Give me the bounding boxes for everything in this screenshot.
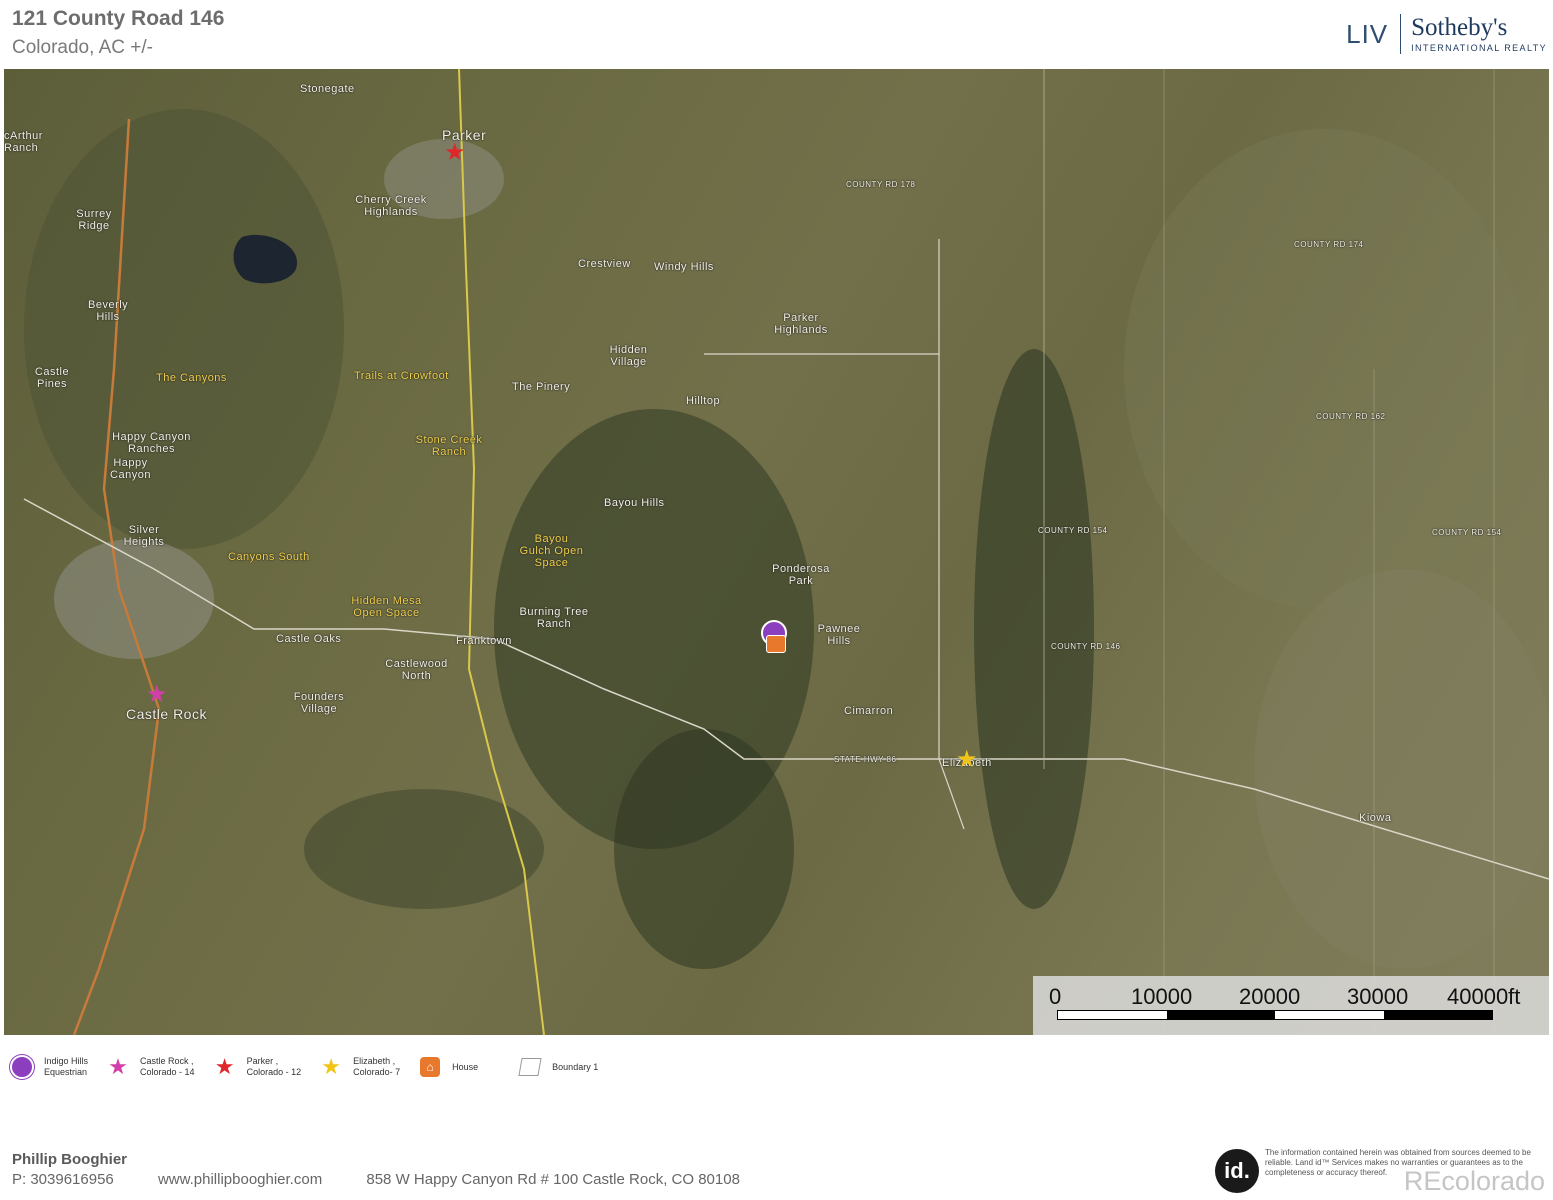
place-pawnee-hills: Pawnee Hills	[817, 623, 861, 647]
elizabeth-star-marker[interactable]: ★	[956, 748, 978, 772]
castle-rock-star-marker[interactable]: ★	[146, 683, 168, 707]
agent-contact-line: P: 3039616956 www.phillipbooghier.com 85…	[12, 1171, 780, 1188]
place-founders-village: Founders Village	[293, 691, 345, 715]
place-silver-heights: Silver Heights	[123, 524, 165, 548]
brand-liv: LIV	[1346, 14, 1402, 54]
legend-label: Parker , Colorado - 12	[246, 1056, 302, 1077]
castle-rock-star-icon: ★	[108, 1054, 128, 1079]
legend-label: Castle Rock , Colorado - 14	[140, 1056, 195, 1077]
scale-bar: 0 10000 20000 30000 40000ft	[1033, 976, 1549, 1035]
legend-item-house: ⌂ House	[418, 1055, 478, 1079]
road-cr-154-west: COUNTY RD 154	[1038, 526, 1108, 535]
house-icon: ⌂	[418, 1055, 442, 1079]
legend-label: Elizabeth , Colorado- 7	[353, 1056, 401, 1077]
place-windy-hills: Windy Hills	[654, 261, 714, 273]
map-legend: Indigo Hills Equestrian ★ Castle Rock , …	[10, 1052, 616, 1082]
road-cr-146: COUNTY RD 146	[1051, 642, 1121, 651]
page-title: 121 County Road 146	[12, 7, 225, 30]
place-hidden-village: Hidden Village	[609, 344, 648, 368]
legend-item-indigo-hills: Indigo Hills Equestrian	[10, 1055, 88, 1079]
place-trails-crowfoot: Trails at Crowfoot	[354, 370, 449, 382]
place-crestview: Crestview	[578, 258, 631, 270]
road-state-hwy-86: STATE HWY 86	[834, 755, 897, 764]
agent-website[interactable]: www.phillipbooghier.com	[158, 1171, 322, 1188]
road-cr-154-east: COUNTY RD 154	[1432, 528, 1502, 537]
legend-label: Boundary 1	[552, 1061, 599, 1072]
place-hidden-mesa: Hidden Mesa Open Space	[351, 595, 422, 619]
road-cr-178: COUNTY RD 178	[846, 180, 916, 189]
recolorado-watermark: REcolorado	[1403, 1166, 1545, 1196]
brand-tagline: INTERNATIONAL REALTY	[1411, 43, 1547, 53]
place-burning-tree: Burning Tree Ranch	[519, 606, 589, 630]
land-id-logo: id.	[1215, 1149, 1259, 1193]
scale-label-30000: 30000	[1347, 984, 1409, 1009]
legend-item-elizabeth: ★ Elizabeth , Colorado- 7	[319, 1054, 401, 1079]
agent-name: Phillip Booghier	[12, 1151, 127, 1168]
legend-label: Indigo Hills Equestrian	[44, 1056, 89, 1077]
place-parker-highlands: Parker Highlands	[774, 312, 828, 336]
scale-label-40000: 40000ft	[1447, 984, 1521, 1009]
place-castle-oaks: Castle Oaks	[276, 633, 342, 645]
road-cr-174: COUNTY RD 174	[1294, 240, 1364, 249]
place-kiowa: Kiowa	[1359, 812, 1392, 824]
place-mcarthur: cArthur Ranch	[4, 130, 43, 154]
page-subtitle: Colorado, AC +/-	[12, 37, 153, 58]
place-bayou-hills: Bayou Hills	[604, 497, 665, 509]
place-stonegate: Stonegate	[300, 83, 355, 95]
place-beverly-hills: Beverly Hills	[88, 299, 129, 323]
place-happy-canyon-ranches: Happy Canyon Ranches	[112, 431, 191, 455]
place-castle-pines: Castle Pines	[34, 366, 70, 390]
brand-sothebys: Sotheby's	[1411, 14, 1508, 41]
legend-item-parker: ★ Parker , Colorado - 12	[213, 1054, 302, 1079]
agent-address: 858 W Happy Canyon Rd # 100 Castle Rock,…	[366, 1171, 740, 1188]
road-cr-162: COUNTY RD 162	[1316, 412, 1386, 421]
indigo-hills-pin-icon	[10, 1055, 34, 1079]
place-hilltop: Hilltop	[686, 395, 721, 407]
place-stone-creek: Stone Creek Ranch	[415, 434, 483, 458]
scale-label-10000: 10000	[1131, 984, 1193, 1009]
place-castle-rock: Castle Rock	[126, 706, 207, 722]
scale-label-0: 0	[1049, 984, 1062, 1009]
place-surrey-ridge: Surrey Ridge	[76, 208, 112, 232]
legend-label: House	[452, 1061, 479, 1072]
place-cimarron: Cimarron	[844, 705, 894, 717]
place-the-canyons: The Canyons	[156, 372, 227, 384]
place-bayou-gulch: Bayou Gulch Open Space	[519, 533, 584, 569]
scale-ruler	[1057, 1010, 1493, 1020]
place-castlewood-north: Castlewood North	[385, 658, 448, 682]
place-franktown: Franktown	[456, 635, 512, 647]
place-the-pinery: The Pinery	[512, 381, 571, 393]
parker-star-marker[interactable]: ★	[444, 141, 466, 165]
parker-star-icon: ★	[214, 1054, 235, 1079]
place-happy-canyon: Happy Canyon	[110, 457, 151, 481]
place-cherry-creek: Cherry Creek Highlands	[355, 194, 427, 218]
brand-logo: LIV Sotheby's INTERNATIONAL REALTY	[1346, 12, 1547, 56]
agent-phone: P: 3039616956	[12, 1171, 114, 1188]
scale-label-20000: 20000	[1239, 984, 1301, 1009]
boundary-icon	[518, 1055, 542, 1079]
satellite-map[interactable]: Parker Stonegate Cherry Creek Highlands …	[4, 69, 1549, 1035]
place-ponderosa-park: Ponderosa Park	[772, 563, 830, 587]
legend-item-castle-rock: ★ Castle Rock , Colorado - 14	[106, 1054, 195, 1079]
house-marker[interactable]	[766, 635, 786, 653]
place-canyons-south: Canyons South	[228, 551, 310, 563]
elizabeth-star-icon: ★	[321, 1054, 341, 1079]
legend-item-boundary: Boundary 1	[518, 1055, 598, 1079]
